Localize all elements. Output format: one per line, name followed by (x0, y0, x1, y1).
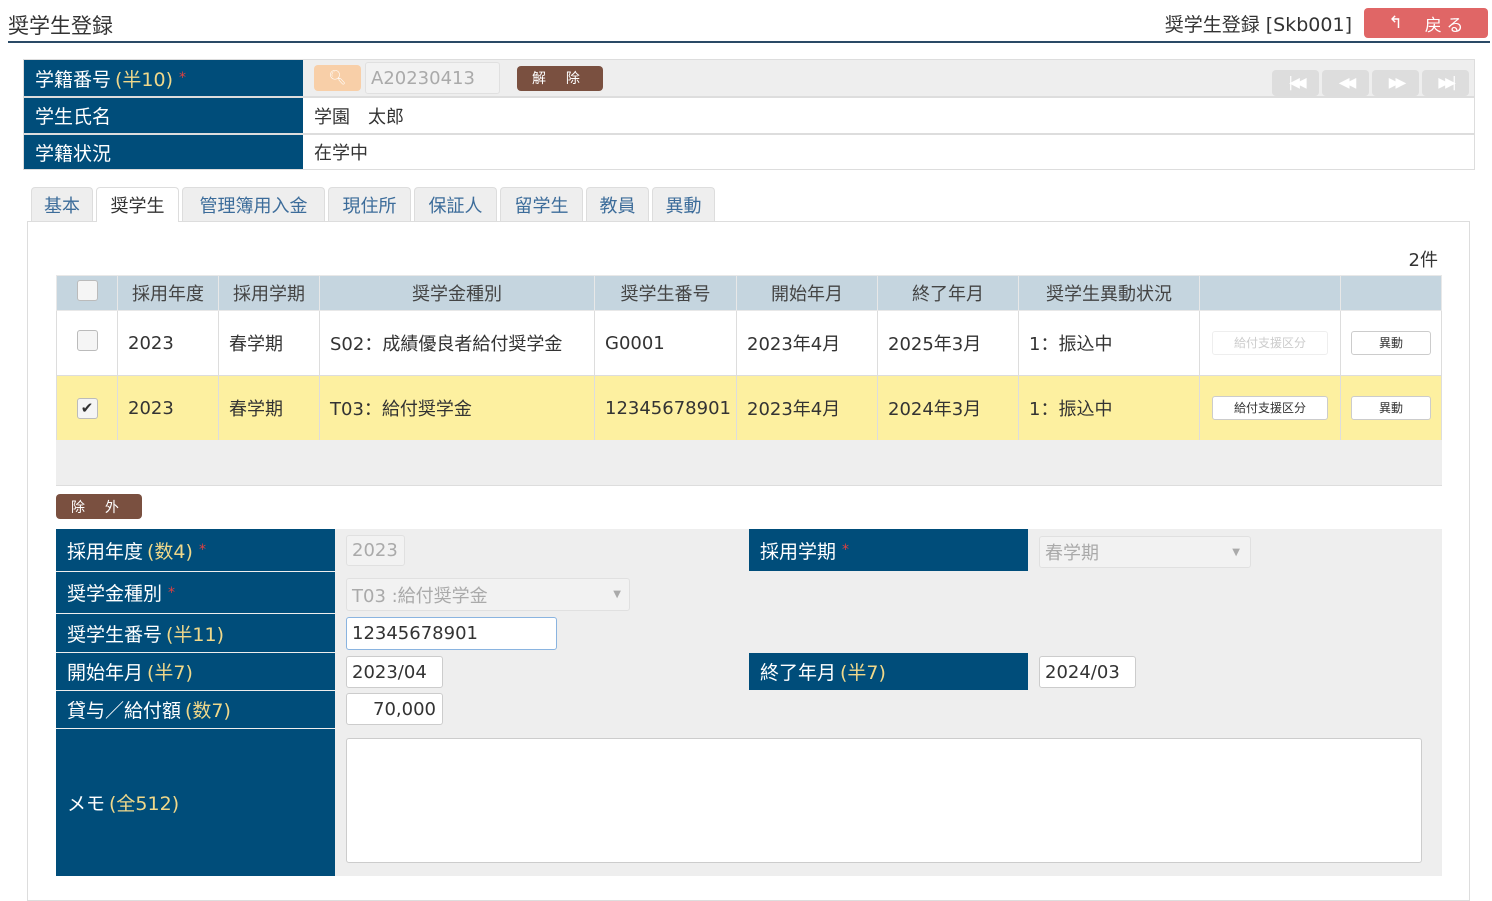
cell-start: 2023年4月 (736, 310, 878, 376)
student-id-row: 学籍番号 (半10) * 🔍︎ A20230413 解 除 |◀◀ ◀◀ ▶▶ ▶▶… (23, 59, 1475, 97)
start-hint: (半7) (147, 662, 193, 684)
amount-input[interactable]: 70,000 (346, 693, 443, 725)
year-input[interactable]: 2023 (346, 535, 405, 566)
student-id-input[interactable]: A20230413 (365, 62, 500, 94)
screen-id: 奨学生登録 [Skb001] (1164, 14, 1352, 36)
year-label: 採用年度 (67, 540, 144, 563)
table-empty-area (56, 440, 1442, 486)
student-name-value: 学園 太郎 (303, 98, 1474, 133)
cell-status: 1：振込中 (1018, 310, 1200, 376)
row-checkbox[interactable] (76, 330, 98, 351)
first-record-icon[interactable]: |◀◀ (1272, 70, 1319, 96)
col-number: 奨学生番号 (594, 275, 737, 311)
header-divider (8, 41, 1490, 43)
cell-term: 春学期 (218, 310, 320, 376)
cell-number: G0001 (594, 310, 737, 376)
required-mark: * (198, 542, 206, 558)
type-label: 奨学金種別 (67, 583, 163, 605)
record-count: 2件 (1408, 250, 1438, 271)
tab-scholarship[interactable]: 奨学生 (96, 187, 179, 222)
cell-type: T03：給付奨学金 (319, 375, 595, 441)
col-term: 採用学期 (218, 275, 320, 311)
table-row[interactable]: 2023 春学期 S02：成績優良者給付奨学金 G0001 2023年4月 20… (56, 310, 1442, 376)
support-category-button[interactable]: 給付支援区分 (1212, 331, 1328, 355)
memo-hint: (全512) (109, 793, 180, 815)
col-type: 奨学金種別 (319, 275, 595, 311)
cell-year: 2023 (117, 375, 219, 441)
amount-label: 貸与／給付額 (67, 700, 182, 722)
end-label: 終了年月 (760, 662, 837, 684)
cell-start: 2023年4月 (736, 375, 878, 441)
term-select[interactable]: 春学期 ▼ (1039, 536, 1251, 568)
cell-year: 2023 (117, 310, 219, 376)
tab-basic[interactable]: 基本 (31, 187, 93, 221)
back-label: 戻 る (1424, 15, 1464, 35)
chevron-down-icon: ▼ (1232, 546, 1240, 558)
search-button[interactable]: 🔍︎ (314, 65, 361, 91)
cell-term: 春学期 (218, 375, 320, 441)
number-input[interactable]: 12345678901 (346, 617, 557, 650)
tab-transfer[interactable]: 異動 (652, 187, 715, 221)
support-category-button[interactable]: 給付支援区分 (1212, 396, 1328, 420)
type-value: T03 :給付奨学金 (352, 585, 488, 607)
tab-faculty[interactable]: 教員 (586, 187, 649, 221)
cell-end: 2024年3月 (877, 375, 1019, 441)
number-label: 奨学生番号 (67, 623, 163, 646)
tab-address[interactable]: 現住所 (328, 187, 411, 221)
memo-textarea[interactable] (346, 738, 1422, 863)
student-id-hint: (半10) (115, 68, 174, 91)
end-hint: (半7) (840, 662, 886, 684)
col-year: 採用年度 (117, 275, 219, 311)
student-name-label: 学生氏名 (24, 98, 303, 133)
cell-end: 2025年3月 (877, 310, 1019, 376)
back-arrow-icon: ↰ (1388, 13, 1403, 32)
col-status: 奨学生異動状況 (1018, 275, 1200, 311)
student-name-row: 学生氏名 学園 太郎 (23, 97, 1475, 134)
prev-record-icon[interactable]: ◀◀ (1322, 70, 1369, 96)
year-hint: (数4) (147, 540, 193, 563)
student-status-label: 学籍状況 (24, 135, 303, 169)
tab-payment[interactable]: 管理簿用入金 (182, 187, 325, 221)
amount-hint: (数7) (185, 700, 231, 722)
tab-guarantor[interactable]: 保証人 (414, 187, 497, 221)
number-hint: (半11) (166, 623, 225, 646)
cell-status: 1：振込中 (1018, 375, 1200, 441)
required-mark: * (168, 584, 176, 601)
required-mark: * (179, 70, 187, 86)
last-record-icon[interactable]: ▶▶| (1422, 70, 1469, 96)
required-mark: * (842, 542, 850, 558)
row-checkbox-checked[interactable]: ✔ (76, 398, 98, 419)
exclude-button[interactable]: 除 外 (56, 494, 142, 519)
transfer-button[interactable]: 異動 (1351, 396, 1431, 420)
back-button[interactable]: ↰ 戻 る (1364, 8, 1488, 38)
start-input[interactable]: 2023/04 (346, 656, 443, 688)
term-label: 採用学期 (760, 540, 837, 563)
col-start: 開始年月 (736, 275, 878, 311)
release-button[interactable]: 解 除 (517, 65, 603, 91)
table-row[interactable]: ✔ 2023 春学期 T03：給付奨学金 12345678901 2023年4月… (56, 375, 1442, 441)
type-select[interactable]: T03 :給付奨学金 ▼ (346, 578, 630, 611)
col-end: 終了年月 (877, 275, 1019, 311)
cell-type: S02：成績優良者給付奨学金 (319, 310, 595, 376)
chevron-down-icon: ▼ (613, 589, 621, 600)
memo-label: メモ (67, 793, 106, 815)
scholarship-table: 採用年度 採用学期 奨学金種別 奨学生番号 開始年月 終了年月 奨学生異動状況 … (56, 275, 1442, 441)
student-status-row: 学籍状況 在学中 (23, 134, 1475, 170)
student-id-label: 学籍番号 (35, 68, 112, 91)
student-status-value: 在学中 (303, 135, 1474, 169)
start-label: 開始年月 (67, 662, 144, 684)
tab-international[interactable]: 留学生 (500, 187, 583, 221)
page-title: 奨学生登録 (8, 14, 113, 38)
transfer-button[interactable]: 異動 (1351, 331, 1431, 355)
next-record-icon[interactable]: ▶▶ (1372, 70, 1419, 96)
search-icon: 🔍︎ (328, 70, 347, 86)
term-value: 春学期 (1045, 543, 1099, 564)
end-input[interactable]: 2024/03 (1039, 656, 1136, 688)
select-all-checkbox[interactable] (76, 280, 98, 301)
cell-number: 12345678901 (594, 375, 737, 441)
